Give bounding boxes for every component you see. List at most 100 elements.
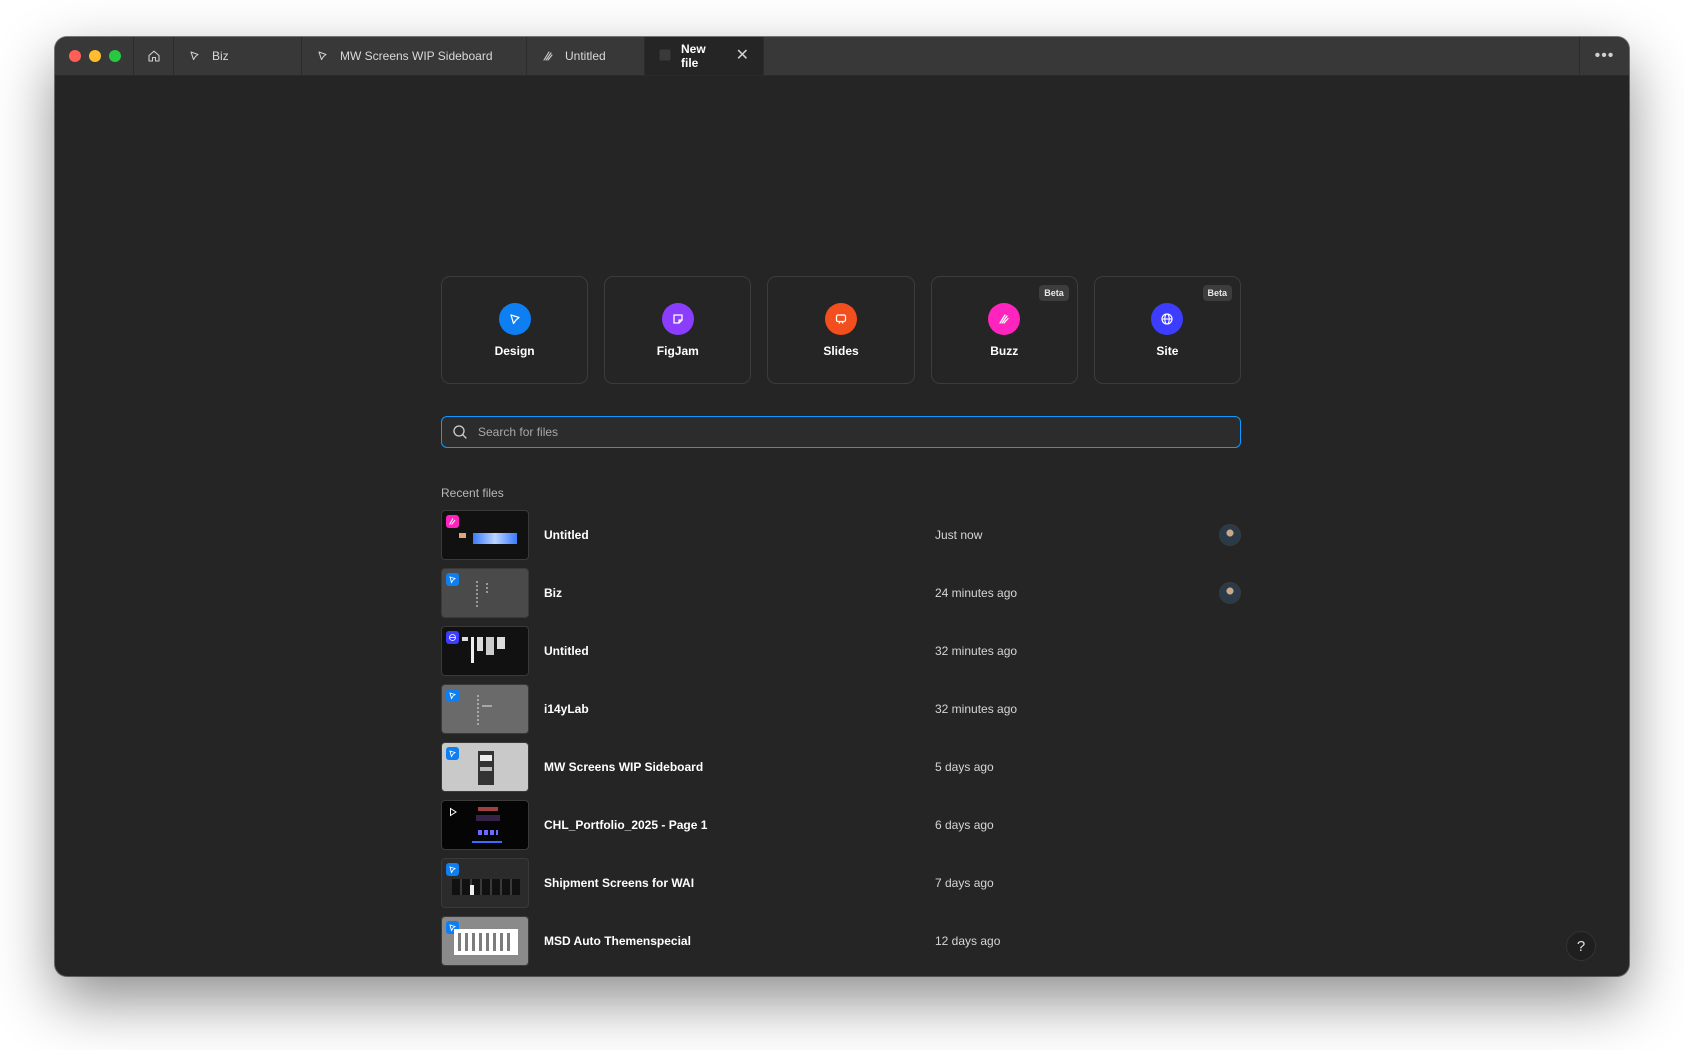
home-tab[interactable]	[134, 37, 174, 75]
help-label: ?	[1576, 937, 1586, 955]
list-item[interactable]: MW Screens WIP Sideboard 5 days ago	[441, 738, 1241, 796]
design-icon	[446, 863, 459, 876]
file-name: Untitled	[544, 644, 589, 658]
tab-untitled[interactable]: Untitled	[527, 37, 645, 75]
file-name: Shipment Screens for WAI	[544, 876, 695, 890]
tab-label: Untitled	[565, 49, 606, 63]
thumb-element	[480, 755, 492, 761]
create-label: Design	[494, 343, 535, 358]
create-label: Slides	[823, 343, 859, 358]
create-slides-button[interactable]: Slides	[767, 276, 915, 384]
file-time: 12 days ago	[935, 934, 1001, 948]
tab-label: New file	[681, 42, 706, 70]
search-input[interactable]	[478, 425, 1240, 439]
file-name: MSD Auto Themenspecial	[544, 934, 691, 948]
tab-label: Biz	[212, 49, 229, 63]
thumb-element	[459, 533, 466, 538]
zoom-window-button[interactable]	[109, 50, 121, 62]
file-name: MW Screens WIP Sideboard	[544, 760, 704, 774]
list-item[interactable]: Shipment Screens for WAI 7 days ago	[441, 854, 1241, 912]
create-options: Design FigJam Slides Beta Buzz Beta Site	[441, 276, 1242, 384]
new-file-icon	[659, 49, 671, 63]
file-time: Just now	[935, 528, 983, 542]
file-thumbnail	[441, 916, 529, 966]
avatar	[1219, 524, 1241, 546]
create-label: Buzz	[990, 343, 1019, 358]
file-time: 7 days ago	[935, 876, 994, 890]
window-controls	[55, 37, 134, 75]
buzz-icon	[988, 302, 1021, 335]
design-icon	[316, 49, 330, 63]
file-thumbnail	[441, 800, 529, 850]
thumb-element	[478, 830, 498, 835]
design-icon	[446, 689, 459, 702]
avatar	[1219, 582, 1241, 604]
file-name: CHL_Portfolio_2025 - Page 1	[544, 818, 708, 832]
new-file-panel: Design FigJam Slides Beta Buzz Beta Site…	[441, 276, 1242, 970]
file-time: 32 minutes ago	[935, 644, 1018, 658]
slides-play-icon	[446, 805, 459, 818]
buzz-icon	[446, 515, 459, 528]
file-time: 24 minutes ago	[935, 586, 1018, 600]
recent-files-title: Recent files	[441, 486, 504, 500]
create-figjam-button[interactable]: FigJam	[604, 276, 752, 384]
create-design-button[interactable]: Design	[441, 276, 589, 384]
file-thumbnail	[441, 510, 529, 560]
search-bar	[441, 416, 1241, 448]
file-name: Biz	[544, 586, 562, 600]
search-icon	[453, 425, 467, 439]
help-button[interactable]: ?	[1566, 931, 1596, 961]
file-thumbnail	[441, 858, 529, 908]
tab-bar: Biz MW Screens WIP Sideboard Untitled Ne…	[55, 37, 1629, 76]
tab-label: MW Screens WIP Sideboard	[340, 49, 493, 63]
close-window-button[interactable]	[69, 50, 81, 62]
thumb-element	[470, 885, 474, 895]
minimize-window-button[interactable]	[89, 50, 101, 62]
tab-biz[interactable]: Biz	[174, 37, 302, 75]
thumb-element	[476, 815, 500, 821]
list-item[interactable]: CHL_Portfolio_2025 - Page 1 6 days ago	[441, 796, 1241, 854]
thumb-element	[472, 841, 502, 843]
close-tab-icon[interactable]: ✕	[736, 48, 749, 64]
recent-files-list: Untitled Just now Biz 24 minutes ago Unt…	[441, 506, 1241, 970]
thumb-element	[476, 581, 478, 607]
thumb-element	[497, 637, 505, 649]
beta-badge: Beta	[1202, 285, 1233, 301]
list-item[interactable]: Untitled Just now	[441, 506, 1241, 564]
globe-icon	[446, 631, 459, 644]
thumb-element	[452, 879, 520, 895]
create-label: FigJam	[656, 343, 699, 358]
tab-mw-screens[interactable]: MW Screens WIP Sideboard	[302, 37, 527, 75]
app-window: Biz MW Screens WIP Sideboard Untitled Ne…	[55, 37, 1629, 976]
tab-new-file[interactable]: New file ✕	[645, 37, 764, 75]
list-item[interactable]: i14yLab 32 minutes ago	[441, 680, 1241, 738]
more-icon: •••	[1594, 47, 1615, 64]
create-buzz-button[interactable]: Beta Buzz	[930, 276, 1078, 384]
thumb-element	[473, 533, 517, 544]
thumb-element	[478, 807, 498, 811]
thumb-element	[477, 637, 483, 651]
thumb-element	[458, 933, 514, 951]
thumb-element	[486, 637, 494, 655]
design-icon	[446, 747, 459, 760]
file-name: i14yLab	[544, 702, 589, 716]
thumb-element	[477, 695, 479, 725]
buzz-icon	[541, 49, 555, 63]
file-thumbnail	[441, 568, 529, 618]
list-item[interactable]: Biz 24 minutes ago	[441, 564, 1241, 622]
tab-bar-spacer	[764, 37, 1579, 75]
list-item[interactable]: MSD Auto Themenspecial 12 days ago	[441, 912, 1241, 970]
thumb-element	[486, 583, 488, 593]
home-icon	[147, 50, 160, 62]
create-site-button[interactable]: Beta Site	[1093, 276, 1242, 384]
more-options-button[interactable]: •••	[1579, 37, 1629, 75]
slides-icon	[825, 302, 857, 335]
thumb-element	[471, 637, 474, 663]
list-item[interactable]: Untitled 32 minutes ago	[441, 622, 1241, 680]
thumb-element	[482, 705, 492, 707]
file-thumbnail	[441, 626, 529, 676]
design-icon	[188, 49, 202, 63]
thumb-element	[480, 767, 492, 771]
file-name: Untitled	[544, 528, 589, 542]
thumb-element	[462, 637, 468, 641]
